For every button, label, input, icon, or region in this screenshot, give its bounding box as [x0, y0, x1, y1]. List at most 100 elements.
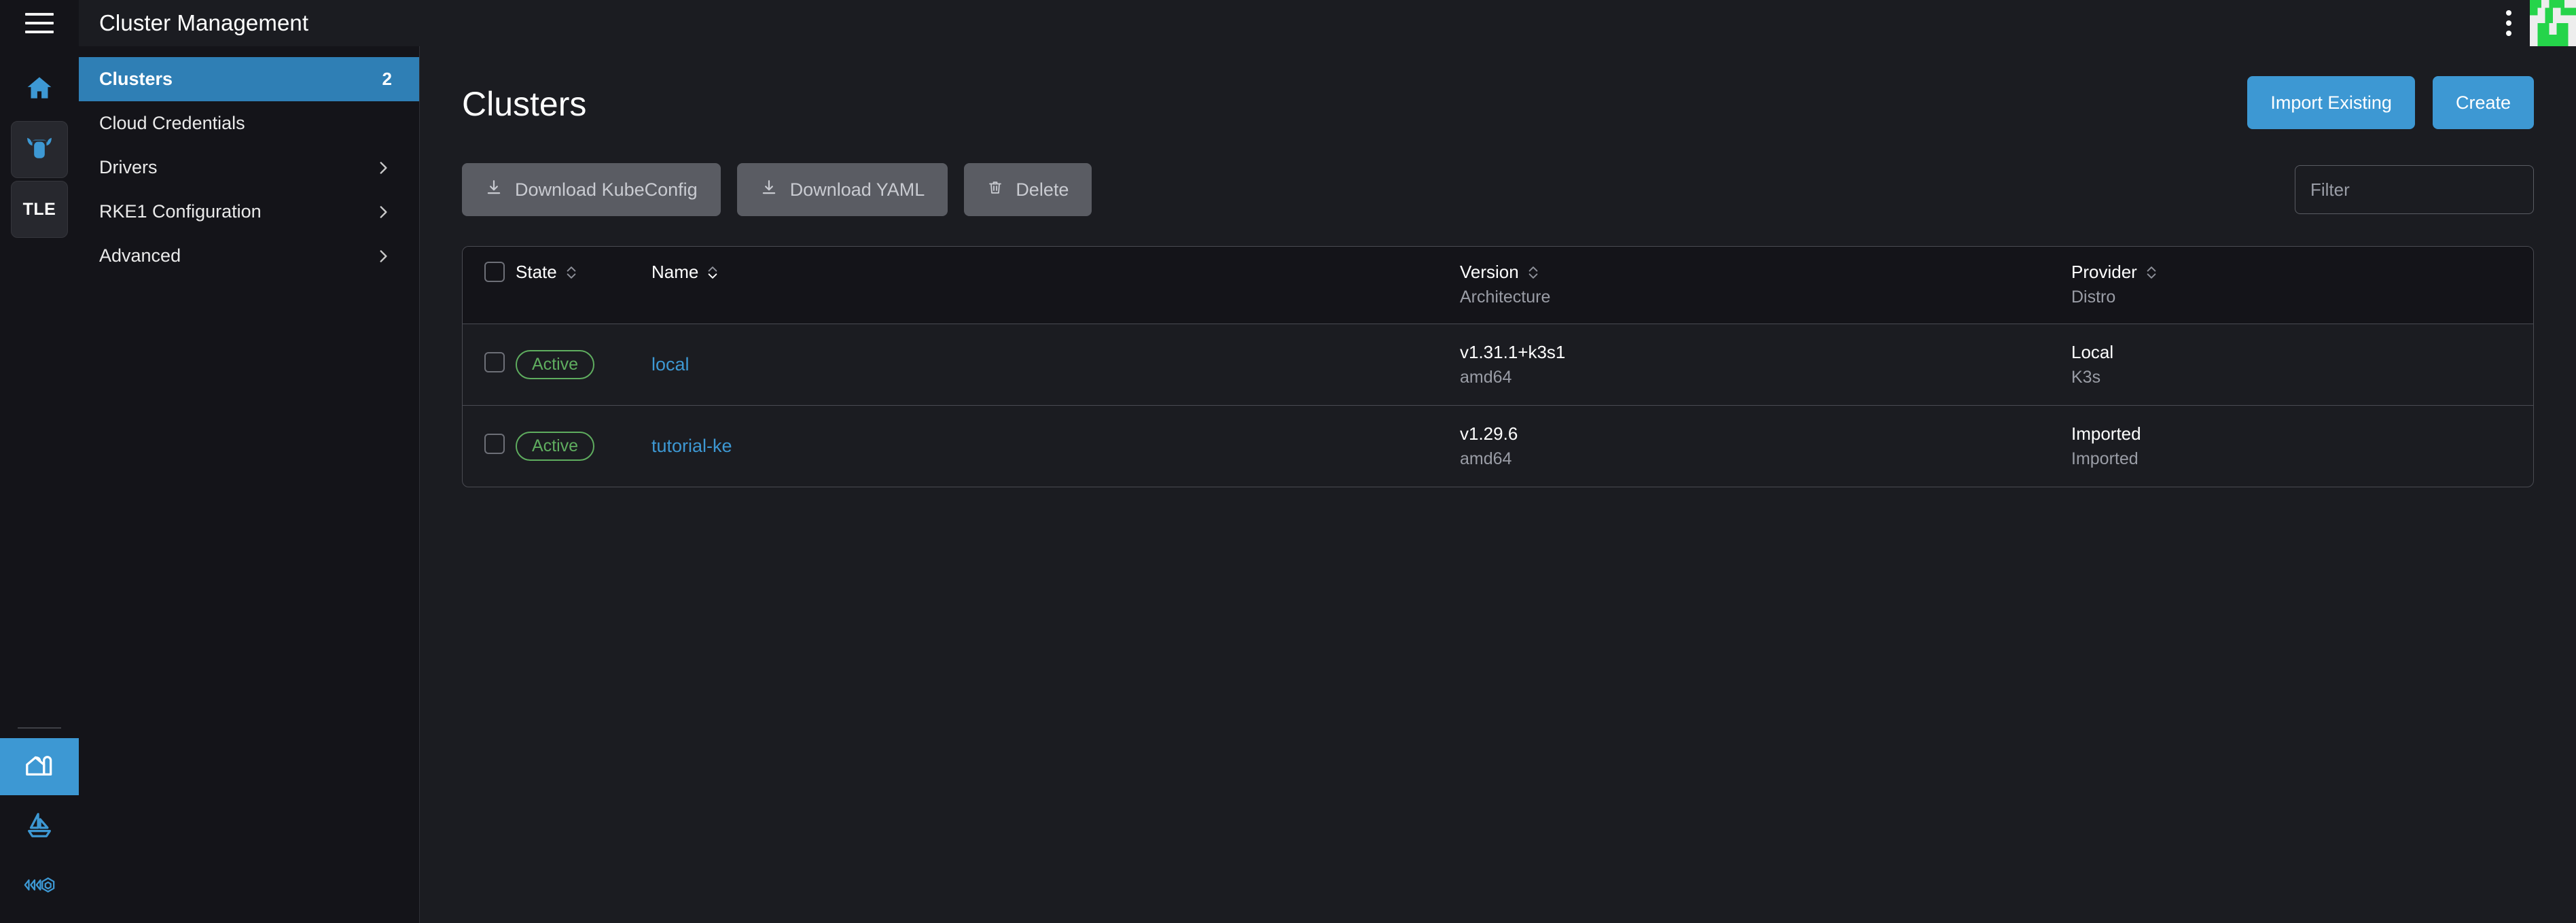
app-root: Cluster Management TLE Clusters 2 Cloud … — [0, 0, 2576, 923]
sidebar-item-label: RKE1 Configuration — [99, 201, 262, 222]
sidebar-item-advanced[interactable]: Advanced — [79, 234, 419, 278]
sidebar-item-drivers[interactable]: Drivers — [79, 145, 419, 190]
row-checkbox[interactable] — [484, 352, 505, 372]
button-label: Download KubeConfig — [515, 179, 698, 200]
harvester-icon — [23, 874, 56, 899]
hamburger-icon[interactable] — [25, 13, 54, 33]
version-value: v1.29.6 — [1460, 423, 1518, 444]
import-existing-button[interactable]: Import Existing — [2247, 76, 2415, 129]
sailboat-icon — [24, 809, 55, 844]
sort-icon[interactable] — [1527, 264, 1539, 281]
sidebar-item-cloud-credentials[interactable]: Cloud Credentials — [79, 101, 419, 145]
column-label: State — [516, 262, 557, 282]
column-label: Provider — [2071, 262, 2137, 282]
rail-item-cluster-management[interactable] — [0, 738, 79, 795]
distro-value: K3s — [2071, 368, 2101, 387]
sidebar-item-label: Clusters — [99, 69, 173, 89]
rail-item-tle-cluster[interactable]: TLE — [11, 181, 68, 238]
sidebar-item-count: 2 — [382, 69, 392, 89]
download-icon — [485, 179, 503, 201]
column-header-name[interactable]: Name — [651, 247, 1460, 324]
table-row[interactable]: Active local v1.31.1+k3s1 amd64 Local K3… — [463, 324, 2533, 406]
sidebar-item-label: Advanced — [99, 245, 181, 266]
sort-icon[interactable] — [2145, 264, 2158, 281]
sort-icon[interactable] — [565, 264, 577, 281]
clusters-table: State Name Version Architecture Provider… — [462, 246, 2534, 487]
button-label: Download YAML — [789, 179, 925, 200]
top-header-right — [2488, 0, 2576, 46]
table-row[interactable]: Active tutorial-ke v1.29.6 amd64 Importe… — [463, 406, 2533, 487]
download-icon — [760, 179, 778, 201]
table-header-row: State Name Version Architecture Provider… — [463, 247, 2533, 324]
rail-divider — [18, 727, 61, 729]
create-button[interactable]: Create — [2432, 76, 2534, 129]
rail-item-virtualization-management[interactable] — [11, 858, 68, 915]
provider-value: Imported — [2071, 423, 2141, 444]
main-content: Clusters Import Existing Create Download… — [420, 46, 2576, 923]
trash-icon — [987, 179, 1003, 201]
vertical-dots-icon[interactable] — [2488, 0, 2530, 46]
cluster-name-link[interactable]: local — [651, 354, 690, 375]
product-navigation: Clusters 2 Cloud Credentials Drivers RKE… — [79, 46, 420, 923]
barn-icon — [24, 750, 55, 784]
select-all-checkbox[interactable] — [484, 262, 505, 282]
chevron-right-icon — [374, 247, 392, 265]
distro-value: Imported — [2071, 449, 2139, 468]
rail-item-continuous-delivery[interactable] — [11, 798, 68, 855]
bulk-action-toolbar: Download KubeConfig Download YAML Delete… — [462, 163, 2534, 216]
version-value: v1.31.1+k3s1 — [1460, 342, 1566, 362]
delete-button[interactable]: Delete — [964, 163, 1092, 216]
home-icon — [24, 73, 54, 107]
status-badge: Active — [516, 350, 595, 379]
cluster-name-link[interactable]: tutorial-ke — [651, 436, 732, 456]
sidebar-item-clusters[interactable]: Clusters 2 — [79, 57, 419, 101]
body-container: TLE Clusters 2 Cloud Credentials Drivers… — [0, 46, 2576, 923]
column-header-version[interactable]: Version Architecture — [1460, 247, 2071, 324]
architecture-value: amd64 — [1460, 368, 1512, 387]
row-select-cell — [463, 406, 516, 487]
provider-value: Local — [2071, 342, 2114, 362]
cow-head-icon — [24, 135, 54, 165]
row-name-cell: local — [651, 324, 1460, 406]
page-title: Clusters — [462, 85, 587, 123]
rancher-logo — [2530, 0, 2576, 46]
left-icon-rail-bottom — [0, 720, 79, 923]
row-state-cell: Active — [516, 324, 651, 406]
select-all-header — [463, 247, 516, 324]
sort-icon-active-desc[interactable] — [706, 264, 719, 281]
sidebar-item-rke1-configuration[interactable]: RKE1 Configuration — [79, 190, 419, 234]
menu-toggle-slot — [0, 0, 79, 46]
search-input[interactable] — [2295, 165, 2534, 214]
row-checkbox[interactable] — [484, 434, 505, 454]
top-header-bar: Cluster Management — [0, 0, 2576, 46]
status-badge: Active — [516, 432, 595, 461]
filter-container — [2295, 165, 2534, 214]
row-name-cell: tutorial-ke — [651, 406, 1460, 487]
chevron-right-icon — [374, 159, 392, 177]
row-provider-cell: Local K3s — [2071, 324, 2533, 406]
sidebar-item-label: Drivers — [99, 157, 158, 177]
page-header: Clusters Import Existing Create — [462, 76, 2534, 129]
download-yaml-button[interactable]: Download YAML — [736, 163, 948, 216]
column-header-state[interactable]: State — [516, 247, 651, 324]
column-sublabel: Architecture — [1460, 288, 1551, 307]
architecture-value: amd64 — [1460, 449, 1512, 468]
rail-item-label: TLE — [22, 199, 56, 219]
row-select-cell — [463, 324, 516, 406]
page-header-actions: Import Existing Create — [2247, 76, 2534, 129]
column-label: Version — [1460, 262, 1519, 282]
download-kubeconfig-button[interactable]: Download KubeConfig — [462, 163, 721, 216]
row-version-cell: v1.31.1+k3s1 amd64 — [1460, 324, 2071, 406]
column-sublabel: Distro — [2071, 288, 2116, 307]
sidebar-item-label: Cloud Credentials — [99, 113, 245, 133]
column-label: Name — [651, 262, 699, 282]
row-state-cell: Active — [516, 406, 651, 487]
button-label: Delete — [1016, 179, 1069, 200]
chevron-right-icon — [374, 203, 392, 221]
row-provider-cell: Imported Imported — [2071, 406, 2533, 487]
rail-item-local-cluster[interactable] — [11, 121, 68, 178]
row-version-cell: v1.29.6 amd64 — [1460, 406, 2071, 487]
page-title-header: Cluster Management — [99, 10, 309, 35]
rail-item-home[interactable] — [11, 61, 68, 118]
column-header-provider[interactable]: Provider Distro — [2071, 247, 2533, 324]
